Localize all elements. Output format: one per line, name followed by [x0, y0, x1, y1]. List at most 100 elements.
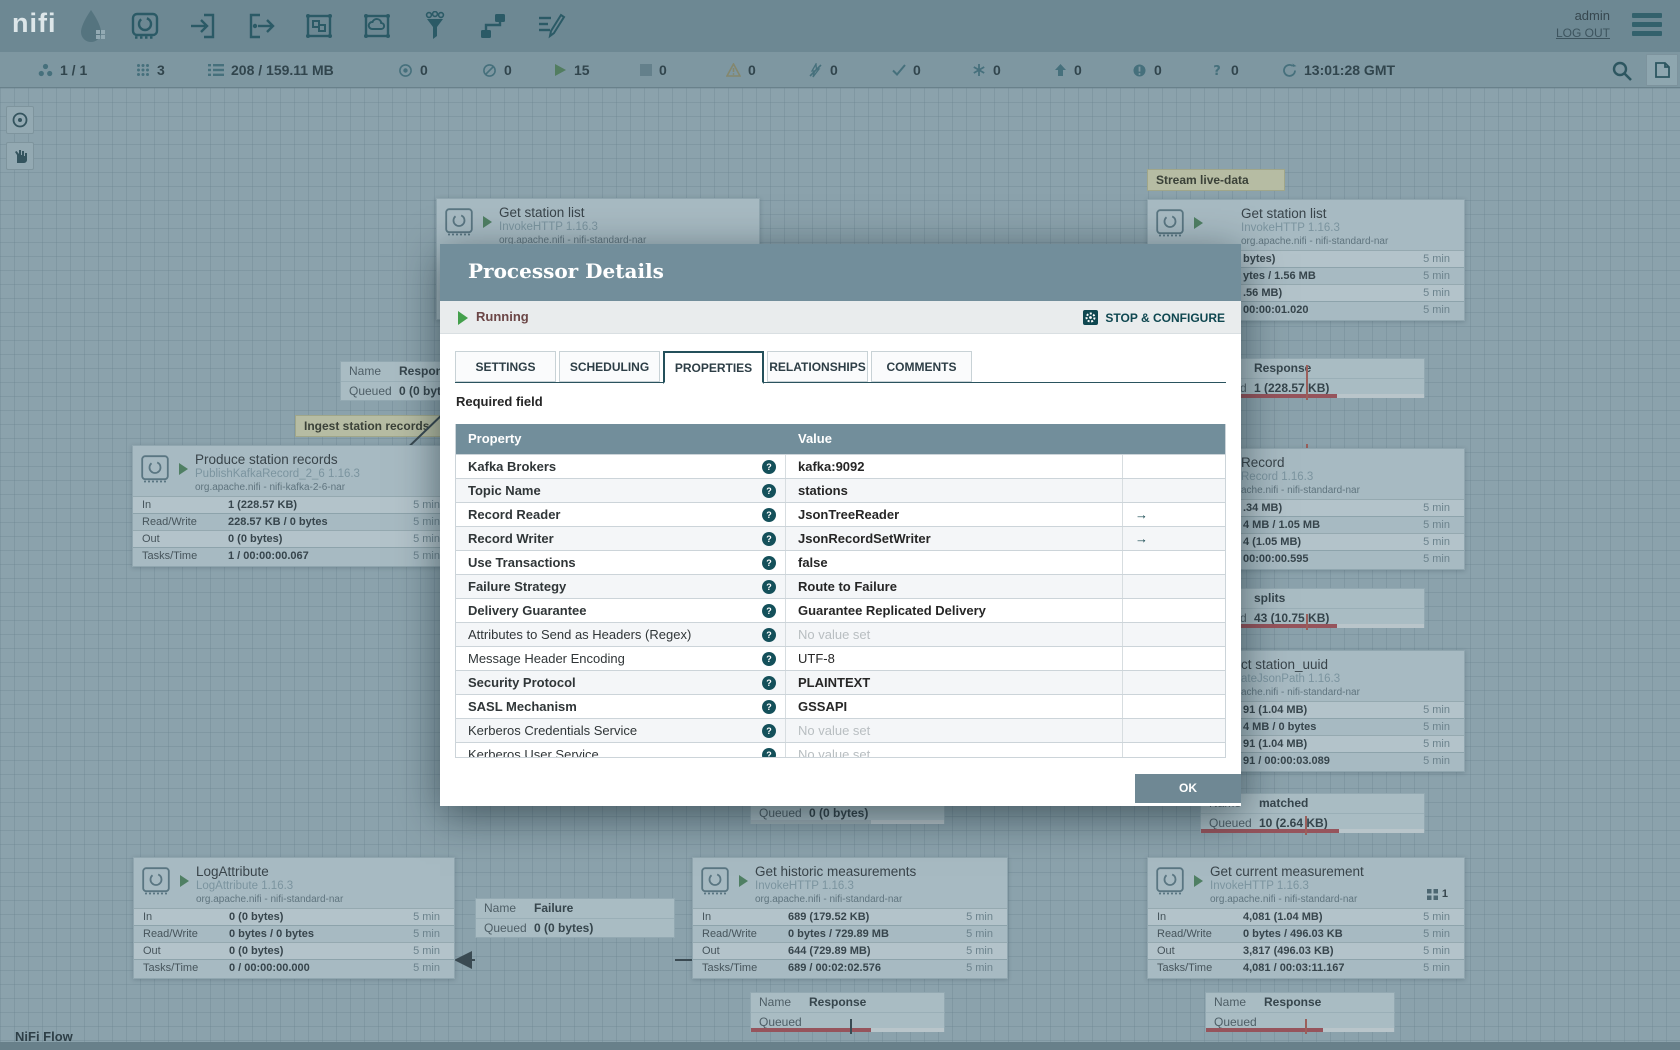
processor-stat-row: Read/Write 0 bytes / 496.03 KB 5 min [1148, 925, 1464, 942]
tab-settings[interactable]: SETTINGS [455, 351, 556, 382]
ok-button[interactable]: OK [1135, 774, 1241, 803]
search-icon[interactable] [1610, 59, 1634, 83]
help-icon[interactable]: ? [762, 460, 776, 474]
stop-and-configure-button[interactable]: STOP & CONFIGURE [1082, 309, 1225, 326]
status-value: 0 [659, 62, 667, 78]
property-value: UTF-8 [786, 647, 1123, 670]
help-icon[interactable]: ? [762, 604, 776, 618]
hand-drag-button[interactable] [6, 142, 34, 170]
value-column-header: Value [798, 431, 832, 446]
conn-failure[interactable]: Name Failure Queued 0 (0 bytes) [475, 898, 675, 938]
locally-modified-icon [972, 63, 986, 77]
property-name: Record Writer? [456, 527, 786, 550]
conn-response-bottom-right[interactable]: Name Response Queued [1205, 992, 1395, 1032]
status-value: 0 [748, 62, 756, 78]
processor-stat-row: Out 644 (729.89 MB) 5 min [693, 942, 1007, 959]
processor-produce-station-records[interactable]: Produce station records PublishKafkaRecor… [132, 445, 455, 567]
processor-details-dialog: Processor Details Running STOP & CONFIGU… [440, 244, 1241, 806]
property-value: JsonTreeReader [786, 503, 1123, 526]
running-icon [554, 63, 567, 77]
help-icon[interactable]: ? [762, 532, 776, 546]
status-value: 0 [830, 62, 838, 78]
conn-queued-historic[interactable]: Queued 0 (0 bytes) [750, 803, 945, 824]
processor-bundle: ache.nifi - nifi-standard-nar [1241, 687, 1360, 698]
label-icon[interactable] [534, 9, 568, 43]
tab-comments[interactable]: COMMENTS [871, 351, 972, 382]
go-to-service-icon[interactable]: → [1135, 507, 1148, 522]
help-icon[interactable]: ? [762, 724, 776, 738]
required-field-note: Required field [456, 394, 543, 409]
running-indicator-icon [179, 463, 188, 475]
property-column-header: Property [468, 431, 522, 446]
birdseye-toggle-button[interactable] [1646, 54, 1678, 86]
template-icon[interactable] [476, 9, 510, 43]
running-indicator-icon [180, 875, 189, 887]
svg-text:?: ? [1213, 64, 1221, 78]
processor-logattribute[interactable]: LogAttribute LogAttribute 1.16.3 org.apach… [133, 857, 455, 979]
status-item-refresh[interactable]: 13:01:28 GMT [1282, 52, 1395, 88]
help-icon[interactable]: ? [762, 484, 776, 498]
help-icon[interactable]: ? [762, 556, 776, 570]
connection-label-key: Queued [349, 384, 392, 398]
backpressure-bar [751, 1028, 944, 1032]
process-group-icon[interactable] [302, 9, 336, 43]
processor-refresh-icon [701, 867, 729, 900]
processor-bundle: ache.nifi - nifi-standard-nar [1241, 485, 1360, 496]
backpressure-bar [1206, 1028, 1394, 1032]
current-user: admin [1574, 8, 1610, 23]
connection-label-key: Name [759, 995, 792, 1009]
connection-label-value: matched [1259, 796, 1309, 810]
property-action-cell [1123, 599, 1212, 622]
status-value: 0 [420, 62, 428, 78]
status-item-cluster: 1 / 1 [38, 52, 87, 88]
logout-link[interactable]: LOG OUT [1556, 26, 1610, 40]
remote-process-group-icon[interactable] [360, 9, 394, 43]
property-value: kafka:9092 [786, 455, 1123, 478]
label-stream-live-data[interactable]: Stream live-data [1147, 169, 1285, 191]
property-row: Failure Strategy? Route to Failure [456, 574, 1225, 598]
output-port-icon[interactable] [244, 9, 278, 43]
global-menu-icon[interactable] [1632, 13, 1662, 37]
property-row: Record Writer? JsonRecordSetWriter → [456, 526, 1225, 550]
backpressure-bar [1201, 829, 1424, 833]
property-name: Failure Strategy? [456, 575, 786, 598]
help-icon[interactable]: ? [762, 676, 776, 690]
property-action-cell [1123, 671, 1212, 694]
conn-response-bottom-center[interactable]: Name Response Queued [750, 992, 945, 1032]
processor-stat-row: Out 3,817 (496.03 KB) 5 min [1148, 942, 1464, 959]
connection-label-key: Queued [484, 921, 527, 935]
processor-stat-row: In 689 (179.52 KB) 5 min [693, 908, 1007, 925]
label-ingest-station-records[interactable]: Ingest station records [295, 415, 447, 437]
processor-type: Record 1.16.3 [1241, 471, 1314, 483]
not-transmitting-icon [482, 63, 497, 78]
status-item-stale: 0 [1054, 52, 1082, 88]
property-action-cell [1123, 695, 1212, 718]
processor-type: InvokeHTTP 1.16.3 [1210, 880, 1309, 892]
help-icon[interactable]: ? [762, 748, 776, 757]
stopped-icon [640, 64, 652, 76]
property-row: Topic Name? stations [456, 478, 1225, 502]
help-icon[interactable]: ? [762, 652, 776, 666]
help-icon[interactable]: ? [762, 628, 776, 642]
property-row: Security Protocol? PLAINTEXT [456, 670, 1225, 694]
input-port-icon[interactable] [186, 9, 220, 43]
processor-get-historic-measurements[interactable]: Get historic measurements InvokeHTTP 1.16… [692, 857, 1008, 979]
processor-type: LogAttribute 1.16.3 [196, 880, 294, 892]
tab-properties[interactable]: PROPERTIES [663, 351, 764, 384]
property-row: Kafka Brokers? kafka:9092 [456, 454, 1225, 478]
status-value: 0 [993, 62, 1001, 78]
property-row: Kerberos Credentials Service? No value se… [456, 718, 1225, 742]
help-icon[interactable]: ? [762, 508, 776, 522]
help-icon[interactable]: ? [762, 580, 776, 594]
property-value: false [786, 551, 1123, 574]
funnel-icon[interactable] [418, 9, 452, 43]
tab-scheduling[interactable]: SCHEDULING [559, 351, 660, 382]
navigate-palette-button[interactable] [6, 106, 34, 134]
help-icon[interactable]: ? [762, 700, 776, 714]
go-to-service-icon[interactable]: → [1135, 531, 1148, 546]
connection-label-value: Response [1254, 361, 1312, 375]
processor-get-current-measurement[interactable]: Get current measurement InvokeHTTP 1.16.3… [1147, 857, 1465, 979]
property-value: PLAINTEXT [786, 671, 1123, 694]
processor-icon[interactable] [128, 9, 162, 43]
tab-relationships[interactable]: RELATIONSHIPS [767, 351, 868, 382]
